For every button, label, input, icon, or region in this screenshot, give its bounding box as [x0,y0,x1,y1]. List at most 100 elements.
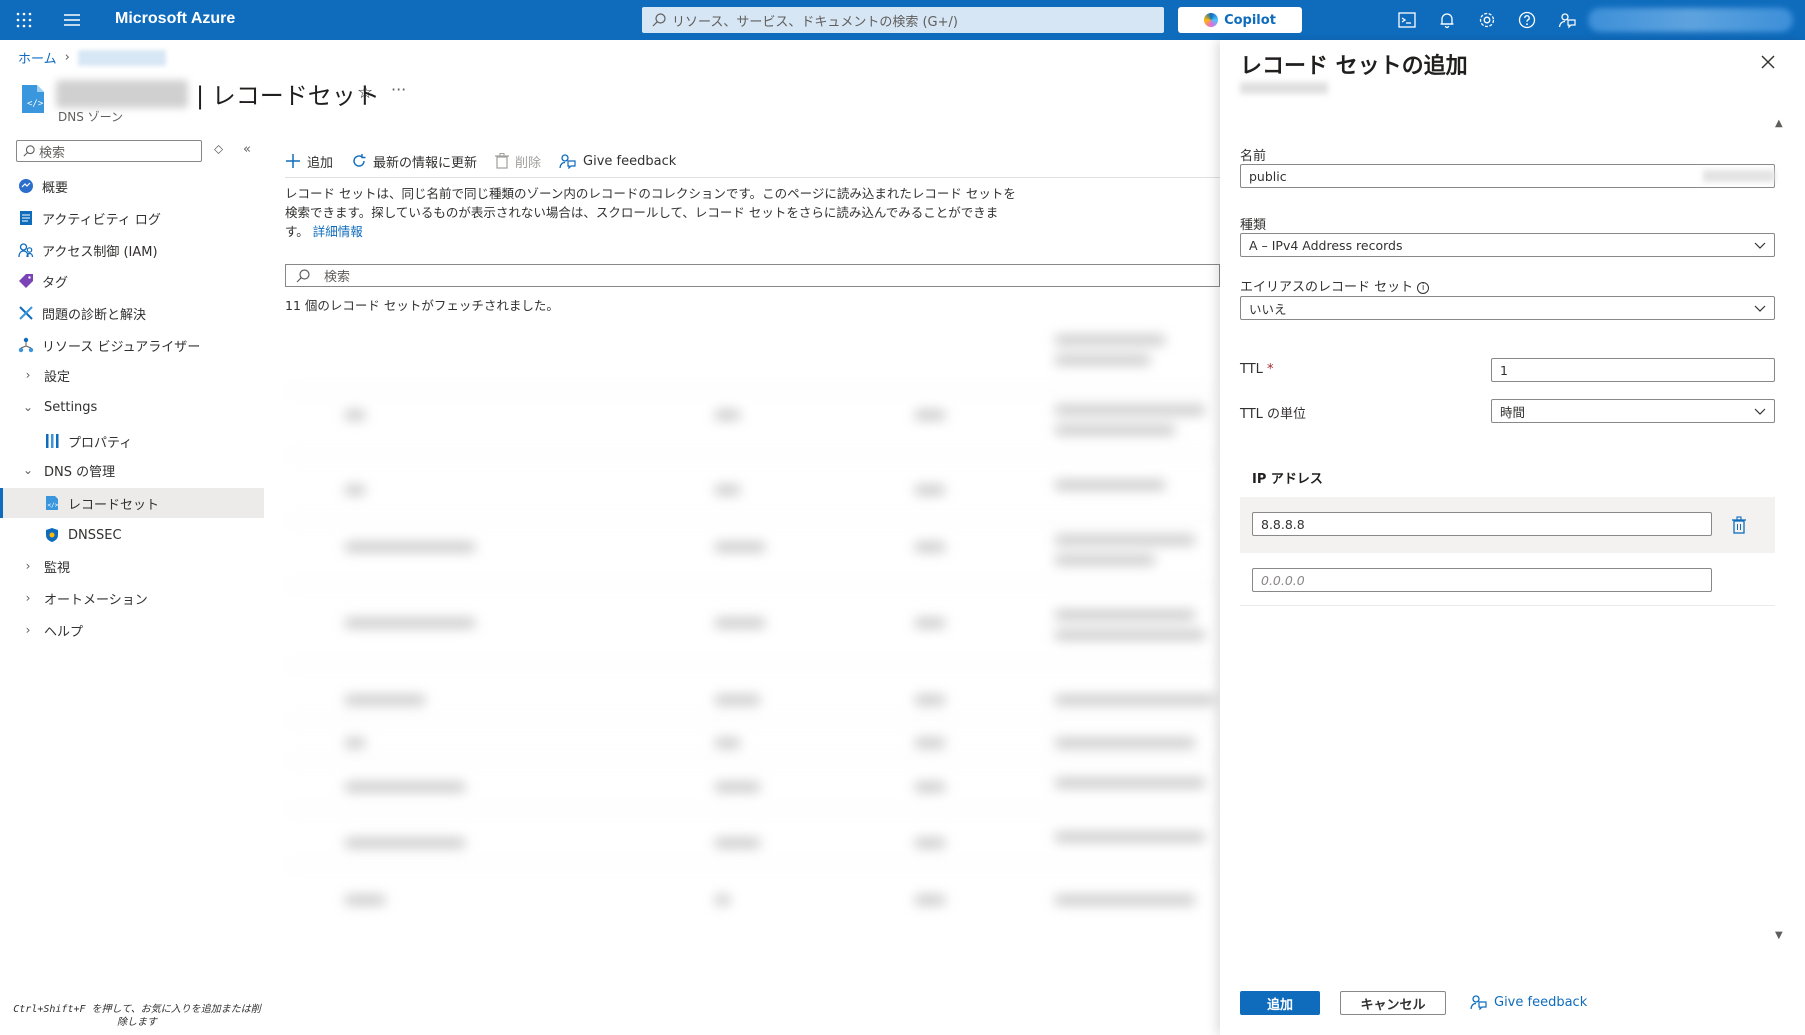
sidebar-item-overview[interactable]: 概要 [0,171,264,201]
info-icon[interactable]: i [1417,282,1430,294]
alias-dropdown[interactable]: いいえ [1240,296,1775,320]
menu-icon[interactable] [64,13,80,27]
sidebar-item-dnssec[interactable]: DNSSEC [0,520,264,550]
sidebar-group-dns-management[interactable]: ⌄ DNS の管理 [0,455,264,485]
refresh-icon [353,154,366,167]
settings-icon[interactable] [1477,10,1497,30]
sidebar-group-help[interactable]: › ヘルプ [0,615,264,645]
close-icon[interactable] [1760,54,1776,70]
visualizer-icon [18,337,34,353]
description-text: レコード セットは、同じ名前で同じ種類のゾーン内のレコードのコレクションです。こ… [285,186,1016,239]
plus-icon [286,154,300,168]
name-suffix [1703,170,1775,182]
fetched-count-text: 11 個のレコード セットがフェッチされました。 [285,298,559,313]
page-subtitle: DNS ゾーン [58,110,124,124]
command-bar: 追加 最新の情報に更新 削除 Give feedback [285,148,694,174]
feedback-icon [1470,995,1487,1010]
delete-ip-trash-icon[interactable] [1731,516,1747,534]
sidebar-search-placeholder: 検索 [39,145,66,161]
help-icon[interactable] [1517,10,1537,30]
recordset-search-input[interactable]: 検索 [285,264,1220,287]
dns-zone-icon: </> [22,85,44,113]
name-label: 名前 [1240,149,1267,164]
breadcrumb-home[interactable]: ホーム [18,48,57,67]
sidebar-item-label: 概要 [42,180,69,196]
refresh-button[interactable]: 最新の情報に更新 [351,152,477,171]
give-feedback-button[interactable]: Give feedback [559,153,676,169]
ttl-unit-dropdown[interactable]: 時間 [1491,399,1775,423]
type-label: 種類 [1240,218,1267,233]
chevron-right-icon: › [25,368,31,382]
delete-button[interactable]: 削除 [495,152,541,171]
chevron-down-icon: ⌄ [22,400,34,414]
cancel-button[interactable]: キャンセル [1340,991,1446,1015]
app-launcher-icon[interactable] [16,12,32,28]
notifications-icon[interactable] [1437,10,1457,30]
sidebar-group-settings-jp[interactable]: › 設定 [0,360,264,390]
chevron-right-icon: › [25,623,31,637]
type-dropdown[interactable]: A – IPv4 Address records [1240,233,1775,257]
sidebar-group-monitoring[interactable]: › 監視 [0,551,264,581]
sidebar-group-settings[interactable]: ⌄ Settings [0,392,264,422]
more-options-icon[interactable]: ··· [391,80,406,99]
feedback-icon [559,154,576,169]
chevron-down-icon [1754,408,1766,415]
panel-subtitle [1240,82,1328,94]
ttl-label: TTL * [1240,362,1274,377]
ip-address-input[interactable]: 8.8.8.8 [1252,512,1712,536]
add-recordset-panel: レコード セットの追加 ▲ 名前 public 種類 A – IPv4 Addr… [1220,40,1805,1035]
add-submit-button[interactable]: 追加 [1240,991,1320,1015]
scroll-down-arrow-icon[interactable]: ▼ [1775,930,1783,941]
ttl-label-text: TTL [1240,362,1263,377]
copilot-button[interactable]: Copilot [1178,7,1302,33]
sidebar-item-activity-log[interactable]: アクティビティ ログ [0,203,264,233]
search-icon [296,268,310,282]
sidebar-item-properties[interactable]: プロパティ [0,426,264,456]
sidebar-group-automation[interactable]: › オートメーション [0,583,264,613]
collapse-sidebar-icon[interactable]: « [243,142,251,157]
feedback-icon[interactable] [1557,10,1577,30]
account-menu[interactable] [1588,8,1793,32]
zone-name [56,80,188,108]
sidebar-search-input[interactable]: 検索 [16,140,202,162]
sidebar-item-visualizer[interactable]: リソース ビジュアライザー [0,330,264,360]
sidebar-item-label: リソース ビジュアライザー [42,339,201,355]
diagnose-icon [18,305,34,321]
sidebar-item-label: ヘルプ [44,624,84,640]
sidebar-item-diagnose[interactable]: 問題の診断と解決 [0,298,264,328]
expand-collapse-icon[interactable]: ⬦ [214,142,223,157]
delete-label: 削除 [515,155,542,171]
add-button[interactable]: 追加 [285,152,333,171]
activity-log-icon [18,210,34,226]
page-title: | レコードセット [196,82,380,110]
scroll-up-arrow-icon[interactable]: ▲ [1775,118,1783,129]
svg-text:</>: </> [48,502,59,509]
breadcrumb-zone[interactable] [77,49,166,66]
recordset-icon: </> [44,495,60,511]
search-icon [23,145,35,157]
learn-more-link[interactable]: 詳細情報 [313,224,363,239]
properties-icon [44,433,60,449]
new-ip-address-input[interactable]: 0.0.0.0 [1252,568,1712,592]
ttl-unit-label: TTL の単位 [1240,407,1307,422]
sidebar-item-label: DNSSEC [68,527,122,543]
sidebar-item-label: レコードセット [68,497,160,513]
sidebar-item-recordsets[interactable]: </> レコードセット [0,488,264,518]
cloud-shell-icon[interactable] [1397,10,1417,30]
ttl-unit-value: 時間 [1500,404,1526,420]
sidebar-item-label: タグ [42,275,69,291]
favorite-star-icon[interactable]: ☆ [357,82,373,103]
alias-label: エイリアスのレコード セット i [1240,276,1430,295]
sidebar-item-iam[interactable]: アクセス制御 (IAM) [0,235,264,265]
sidebar-item-tags[interactable]: タグ [0,266,264,296]
panel-give-feedback-link[interactable]: Give feedback [1470,994,1587,1010]
global-search-input[interactable]: リソース、サービス、ドキュメントの検索 (G+/) [642,7,1164,33]
overview-icon [18,178,34,194]
brand-title[interactable]: Microsoft Azure [115,10,235,28]
breadcrumb-separator: › [64,50,70,65]
ttl-input[interactable]: 1 [1491,358,1775,382]
keyboard-shortcut-hint: Ctrl+Shift+F を押して、お気に入りを追加または削除します [13,1004,261,1028]
top-bar: Microsoft Azure リソース、サービス、ドキュメントの検索 (G+/… [0,0,1805,40]
required-marker: * [1267,362,1274,377]
name-input[interactable]: public [1240,164,1775,188]
